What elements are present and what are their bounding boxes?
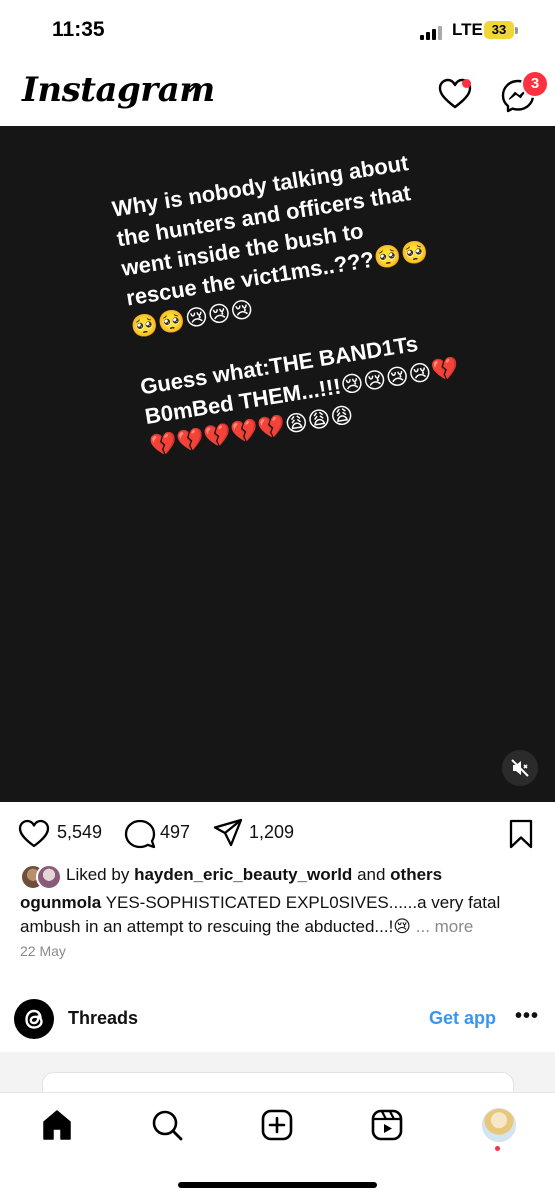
- battery-nub: [515, 27, 518, 34]
- threads-preview-card[interactable]: [42, 1072, 514, 1092]
- network-label: LTE: [452, 20, 483, 39]
- share-icon[interactable]: [213, 818, 243, 848]
- like-icon[interactable]: [18, 819, 50, 849]
- liked-by-and: and: [357, 865, 386, 884]
- liked-by-avatars[interactable]: [20, 864, 64, 890]
- liked-by-others[interactable]: others: [390, 865, 442, 884]
- liked-by-prefix: Liked by: [66, 865, 130, 884]
- save-icon[interactable]: [508, 819, 534, 849]
- comment-icon[interactable]: [124, 819, 156, 849]
- threads-preview: [0, 1052, 555, 1092]
- home-icon[interactable]: [40, 1108, 74, 1142]
- caption-username[interactable]: ogunmola: [20, 893, 101, 912]
- mute-icon: [511, 759, 529, 777]
- post-caption[interactable]: ogunmola YES-SOPHISTICATED EXPL0SIVES...…: [20, 891, 540, 939]
- status-time: 11:35: [52, 18, 105, 41]
- post-date: 22 May: [20, 943, 66, 959]
- create-icon[interactable]: [260, 1108, 294, 1142]
- like-count[interactable]: 5,549: [57, 822, 102, 843]
- threads-glyph: [25, 1009, 43, 1029]
- reels-icon[interactable]: [370, 1108, 404, 1142]
- notification-dot: [462, 79, 471, 88]
- signal-icon: [420, 24, 448, 40]
- threads-icon[interactable]: [14, 999, 54, 1039]
- caption-more-link[interactable]: ... more: [416, 917, 474, 936]
- get-app-link[interactable]: Get app: [429, 1008, 496, 1029]
- messages-badge: 3: [521, 70, 549, 98]
- search-icon[interactable]: [150, 1108, 184, 1142]
- liked-by-username[interactable]: hayden_eric_beauty_world: [134, 865, 352, 884]
- mute-button[interactable]: [502, 750, 538, 786]
- chevron-down-icon[interactable]: [183, 84, 197, 94]
- share-count[interactable]: 1,209: [249, 822, 294, 843]
- comment-count[interactable]: 497: [160, 822, 190, 843]
- battery-icon: 33: [484, 21, 514, 39]
- liked-by-text[interactable]: Liked by hayden_eric_beauty_world and ot…: [66, 865, 442, 885]
- profile-avatar[interactable]: [482, 1108, 516, 1142]
- threads-label: Threads: [68, 1008, 139, 1028]
- post-media[interactable]: [0, 126, 555, 802]
- avatar: [36, 864, 62, 890]
- more-options-icon[interactable]: •••: [515, 1005, 539, 1028]
- home-indicator[interactable]: [178, 1182, 377, 1188]
- profile-notification-dot: [495, 1146, 500, 1151]
